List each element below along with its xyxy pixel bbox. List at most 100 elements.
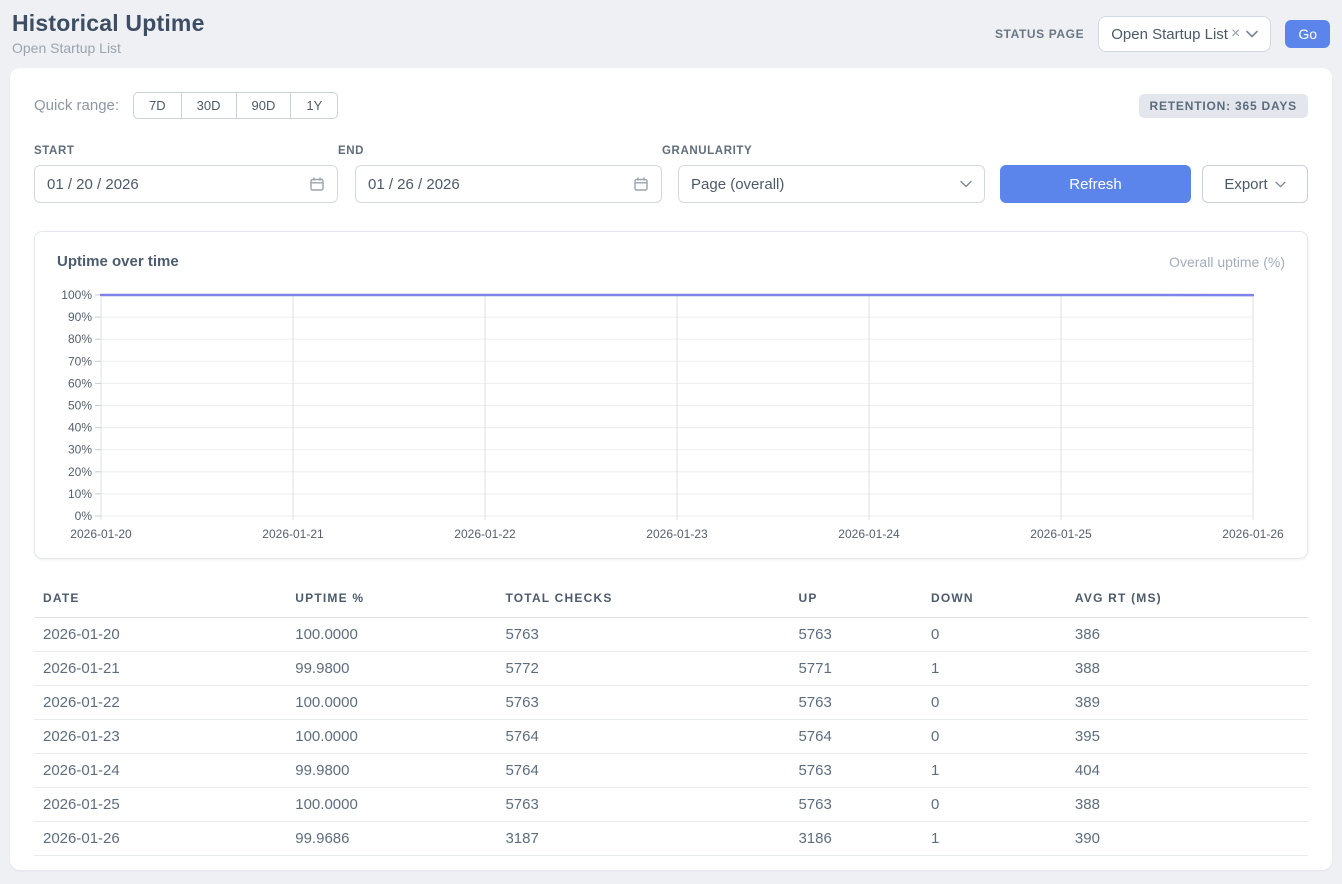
export-button[interactable]: Export (1202, 165, 1308, 203)
svg-text:10%: 10% (68, 487, 92, 501)
cell-uptime-pct: 99.9800 (286, 754, 496, 788)
chevron-down-icon (1246, 30, 1258, 38)
svg-text:40%: 40% (68, 421, 92, 435)
granularity-selected-value: Page (overall) (691, 176, 784, 193)
table-header-cell: DOWN (922, 583, 1066, 618)
quick-range-label: Quick range: (34, 97, 119, 114)
uptime-line-chart: 2026-01-202026-01-212026-01-222026-01-23… (57, 284, 1285, 544)
cell-up: 5763 (789, 754, 921, 788)
table-row: 2026-01-24 99.9800 5764 5763 1 404 (34, 754, 1308, 788)
status-page-selected-value: Open Startup List (1111, 26, 1228, 43)
start-date-field: START 01 / 20 / 2026 (34, 145, 338, 203)
cell-uptime-pct: 100.0000 (286, 618, 496, 652)
svg-text:2026-01-23: 2026-01-23 (646, 527, 708, 541)
go-button[interactable]: Go (1285, 20, 1330, 48)
table-row: 2026-01-26 99.9686 3187 3186 1 390 (34, 822, 1308, 856)
cell-date: 2026-01-22 (34, 686, 286, 720)
table-row: 2026-01-21 99.9800 5772 5771 1 388 (34, 652, 1308, 686)
quick-range-button[interactable]: 90D (237, 92, 292, 119)
cell-total-checks: 5764 (496, 720, 789, 754)
cell-avg-rt: 395 (1066, 720, 1308, 754)
cell-up: 5763 (789, 618, 921, 652)
export-button-label: Export (1224, 176, 1267, 193)
cell-date: 2026-01-21 (34, 652, 286, 686)
svg-text:2026-01-25: 2026-01-25 (1030, 527, 1092, 541)
table-header-cell: UP (789, 583, 921, 618)
quick-range-button[interactable]: 1Y (291, 92, 338, 119)
cell-up: 5771 (789, 652, 921, 686)
chevron-down-icon (1275, 181, 1286, 188)
end-date-input[interactable]: 01 / 26 / 2026 (355, 165, 662, 203)
cell-uptime-pct: 100.0000 (286, 720, 496, 754)
table-row: 2026-01-22 100.0000 5763 5763 0 389 (34, 686, 1308, 720)
cell-date: 2026-01-24 (34, 754, 286, 788)
cell-uptime-pct: 99.9686 (286, 822, 496, 856)
svg-text:0%: 0% (75, 509, 93, 523)
table-header-cell: DATE (34, 583, 286, 618)
chart-header: Uptime over time Overall uptime (%) (57, 253, 1285, 270)
calendar-icon[interactable] (309, 176, 325, 192)
clear-icon[interactable]: × (1231, 25, 1240, 43)
table-row: 2026-01-23 100.0000 5764 5764 0 395 (34, 720, 1308, 754)
cell-total-checks: 3187 (496, 822, 789, 856)
svg-text:70%: 70% (68, 354, 92, 368)
svg-text:60%: 60% (68, 376, 92, 390)
svg-text:2026-01-26: 2026-01-26 (1222, 527, 1284, 541)
svg-text:100%: 100% (61, 288, 92, 302)
cell-down: 1 (922, 754, 1066, 788)
cell-up: 5763 (789, 686, 921, 720)
end-date-value: 01 / 26 / 2026 (368, 176, 460, 193)
chevron-down-icon (960, 180, 972, 188)
status-page-controls: STATUS PAGE Open Startup List × Go (995, 16, 1330, 52)
granularity-label: GRANULARITY (662, 145, 985, 157)
svg-text:50%: 50% (68, 399, 92, 413)
quick-range-group: 7D30D90D1Y (133, 92, 338, 119)
cell-up: 5763 (789, 788, 921, 822)
cell-date: 2026-01-20 (34, 618, 286, 652)
page-title: Historical Uptime (12, 10, 205, 37)
cell-avg-rt: 386 (1066, 618, 1308, 652)
cell-avg-rt: 388 (1066, 788, 1308, 822)
quick-range-button[interactable]: 7D (133, 92, 182, 119)
cell-date: 2026-01-23 (34, 720, 286, 754)
status-page-select[interactable]: Open Startup List × (1098, 16, 1271, 52)
historical-uptime-page: Historical Uptime Open Startup List STAT… (0, 0, 1342, 870)
cell-avg-rt: 390 (1066, 822, 1308, 856)
cell-total-checks: 5763 (496, 686, 789, 720)
uptime-table: DATEUPTIME %TOTAL CHECKSUPDOWNAVG RT (MS… (34, 583, 1308, 856)
main-panel: Quick range: 7D30D90D1Y RETENTION: 365 D… (10, 68, 1332, 870)
page-titles: Historical Uptime Open Startup List (12, 10, 205, 56)
top-bar: Historical Uptime Open Startup List STAT… (10, 0, 1332, 68)
cell-total-checks: 5763 (496, 618, 789, 652)
cell-total-checks: 5772 (496, 652, 789, 686)
svg-text:90%: 90% (68, 310, 92, 324)
calendar-icon[interactable] (633, 176, 649, 192)
svg-text:20%: 20% (68, 465, 92, 479)
quick-range-button[interactable]: 30D (182, 92, 237, 119)
cell-total-checks: 5763 (496, 788, 789, 822)
cell-date: 2026-01-25 (34, 788, 286, 822)
retention-badge: RETENTION: 365 DAYS (1139, 94, 1308, 118)
table-row: 2026-01-25 100.0000 5763 5763 0 388 (34, 788, 1308, 822)
svg-text:2026-01-22: 2026-01-22 (454, 527, 516, 541)
table-header-row: DATEUPTIME %TOTAL CHECKSUPDOWNAVG RT (MS… (34, 583, 1308, 618)
start-date-label: START (34, 145, 338, 157)
svg-text:30%: 30% (68, 443, 92, 457)
chart-title: Uptime over time (57, 253, 179, 270)
cell-down: 0 (922, 618, 1066, 652)
cell-uptime-pct: 100.0000 (286, 788, 496, 822)
cell-uptime-pct: 99.9800 (286, 652, 496, 686)
cell-avg-rt: 404 (1066, 754, 1308, 788)
refresh-button[interactable]: Refresh (1000, 165, 1191, 203)
table-header-cell: UPTIME % (286, 583, 496, 618)
uptime-chart-card: Uptime over time Overall uptime (%) 2026… (34, 231, 1308, 559)
granularity-select[interactable]: Page (overall) (678, 165, 985, 203)
cell-total-checks: 5764 (496, 754, 789, 788)
cell-up: 3186 (789, 822, 921, 856)
cell-down: 0 (922, 686, 1066, 720)
page-subtitle: Open Startup List (12, 40, 205, 56)
table-header-cell: TOTAL CHECKS (496, 583, 789, 618)
svg-text:80%: 80% (68, 332, 92, 346)
svg-text:2026-01-20: 2026-01-20 (70, 527, 132, 541)
start-date-input[interactable]: 01 / 20 / 2026 (34, 165, 338, 203)
